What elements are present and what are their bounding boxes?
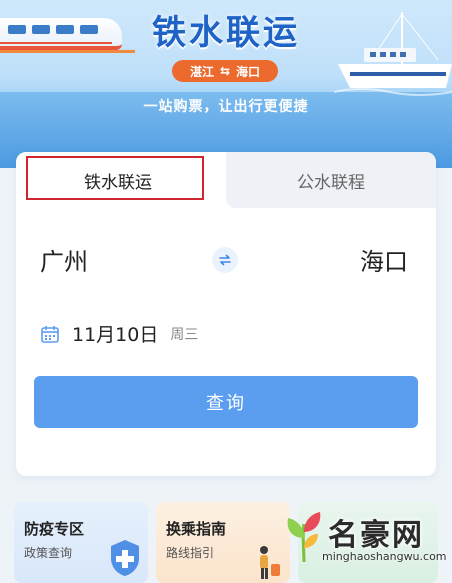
travel-weekday: 周三 bbox=[170, 326, 199, 343]
watermark-name: 名豪网 bbox=[328, 518, 424, 553]
service-tile-transfer-guide[interactable]: 换乘指南 路线指引 bbox=[156, 502, 290, 583]
banner-slogan: 一站购票，让出行更便捷 bbox=[143, 99, 309, 115]
tab-highlight-frame bbox=[26, 156, 204, 200]
service-title: 防疫专区 bbox=[24, 520, 85, 538]
departure-city[interactable]: 广州 bbox=[40, 242, 88, 277]
service-subtitle: 路线指引 bbox=[166, 546, 215, 560]
swap-arrows-icon: ⇆ bbox=[219, 64, 231, 78]
date-picker[interactable]: 11月10日 周三 bbox=[40, 320, 198, 347]
service-title: 换乘指南 bbox=[166, 520, 227, 538]
banner-title: 铁水联运 bbox=[152, 13, 300, 53]
watermark-url: minghaoshangwu.com bbox=[322, 550, 447, 563]
hero-banner: 铁水联运 湛江 ⇆ 海口 一站购票，让出行更便捷 bbox=[0, 0, 452, 168]
route-pill: 湛江 ⇆ 海口 bbox=[172, 60, 278, 82]
swap-cities-button[interactable] bbox=[212, 247, 238, 273]
tab-road-water[interactable]: 公水联程 bbox=[226, 152, 436, 208]
shield-icon bbox=[111, 540, 139, 576]
tab-label: 公水联程 bbox=[297, 172, 365, 193]
arrival-city[interactable]: 海口 bbox=[360, 242, 408, 277]
calendar-icon bbox=[41, 325, 59, 343]
service-tile-epidemic[interactable]: 防疫专区 政策查询 bbox=[14, 502, 148, 583]
travel-date: 11月10日 bbox=[72, 324, 159, 346]
booking-card: 铁水联运 公水联程 广州 海口 11月10日 周三 查询 bbox=[16, 152, 436, 476]
site-watermark: 名豪网 minghaoshangwu.com bbox=[278, 504, 452, 583]
swap-icon bbox=[219, 254, 231, 266]
service-subtitle: 政策查询 bbox=[24, 546, 73, 560]
route-from: 湛江 bbox=[189, 64, 214, 79]
route-to: 海口 bbox=[236, 64, 261, 79]
query-button[interactable]: 查询 bbox=[34, 376, 418, 428]
leaf-logo-icon bbox=[287, 512, 321, 563]
